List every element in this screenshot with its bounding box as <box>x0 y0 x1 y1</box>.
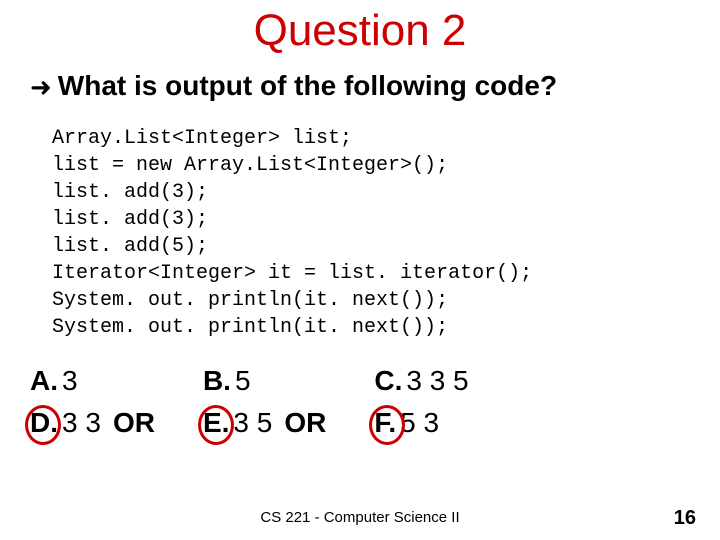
choice-a: A. 3 <box>30 365 155 397</box>
choice-f-value: 5 3 <box>400 407 439 439</box>
choice-f-label: F. <box>374 407 396 439</box>
choice-d-label: D. <box>30 407 58 439</box>
choice-c-label: C. <box>374 365 402 397</box>
footer-text: CS 221 - Computer Science II <box>0 509 720 526</box>
choice-d: D. 3 3 OR <box>30 407 155 439</box>
choice-d-or: OR <box>113 407 155 439</box>
choice-b-value: 5 <box>235 365 251 397</box>
choice-d-value: 3 3 <box>62 407 101 439</box>
choice-c-value: 3 3 5 <box>406 365 468 397</box>
choice-b: B. 5 <box>203 365 326 397</box>
choice-a-value: 3 <box>62 365 78 397</box>
choice-e-label: E. <box>203 407 229 439</box>
choice-e: E. 3 5 OR <box>203 407 326 439</box>
choice-a-label: A. <box>30 365 58 397</box>
choice-b-label: B. <box>203 365 231 397</box>
bullet-icon: ➜ <box>30 72 52 103</box>
choices-col-1: A. 3 D. 3 3 OR <box>30 365 155 439</box>
choice-e-or: OR <box>284 407 326 439</box>
choice-f: F. 5 3 <box>374 407 468 439</box>
choices-col-2: B. 5 E. 3 5 OR <box>203 365 326 439</box>
page-number: 16 <box>674 507 696 530</box>
choices-container: A. 3 D. 3 3 OR B. 5 E. 3 5 OR C. 3 3 5 F… <box>0 365 720 439</box>
code-block: Array.List<Integer> list; list = new Arr… <box>52 125 720 341</box>
choices-col-3: C. 3 3 5 F. 5 3 <box>374 365 468 439</box>
prompt-text: What is output of the following code? <box>58 70 557 102</box>
choice-e-value: 3 5 <box>233 407 272 439</box>
prompt-row: ➜ What is output of the following code? <box>0 70 720 103</box>
choice-c: C. 3 3 5 <box>374 365 468 397</box>
slide-title: Question 2 <box>0 0 720 56</box>
